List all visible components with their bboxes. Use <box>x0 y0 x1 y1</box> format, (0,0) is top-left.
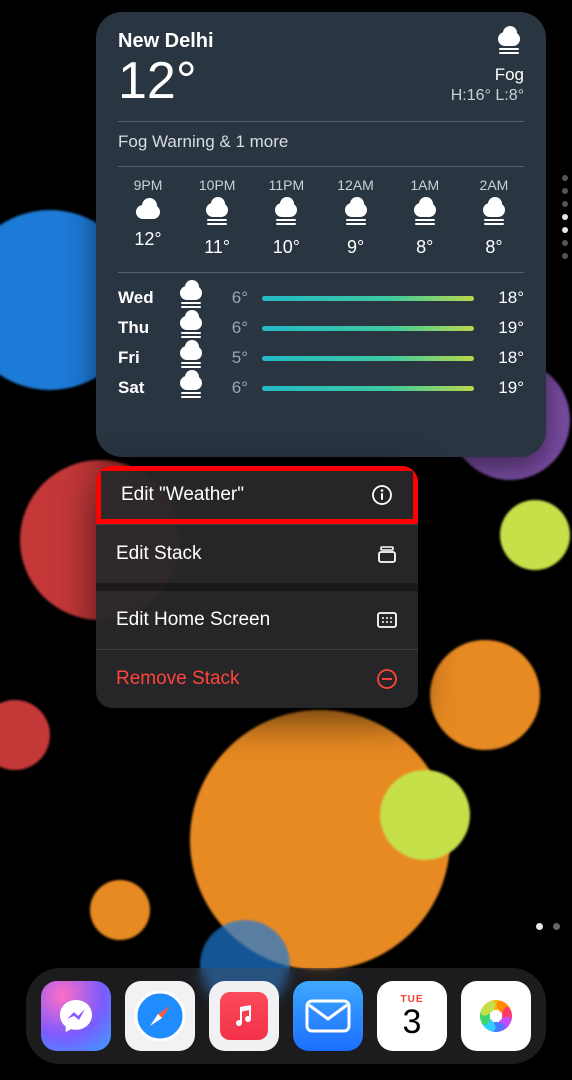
hour-slot: 9PM12° <box>118 177 178 258</box>
app-messenger[interactable] <box>41 981 111 1051</box>
app-mail[interactable] <box>293 981 363 1051</box>
fog-icon <box>176 344 206 372</box>
fog-icon <box>176 284 206 312</box>
day-row: Sat6°19° <box>118 373 524 403</box>
fog-icon <box>176 314 206 342</box>
stack-page-dots <box>562 175 568 259</box>
app-photos[interactable] <box>461 981 531 1051</box>
menu-label: Edit Home Screen <box>116 609 270 631</box>
minus-circle-icon <box>376 668 398 690</box>
info-icon <box>371 484 393 506</box>
weather-temp: 12° <box>118 55 214 107</box>
menu-remove-stack[interactable]: Remove Stack <box>96 650 418 708</box>
dock: TUE 3 <box>26 968 546 1064</box>
hour-slot: 11PM10° <box>256 177 316 258</box>
hour-slot: 12AM9° <box>326 177 386 258</box>
fog-icon <box>479 201 509 229</box>
weather-high-low: H:16° L:8° <box>451 87 524 105</box>
weather-alert: Fog Warning & 1 more <box>118 132 524 152</box>
hour-slot: 10PM11° <box>187 177 247 258</box>
daily-forecast: Wed6°18° Thu6°19° Fri5°18° Sat6°19° <box>118 283 524 403</box>
menu-edit-stack[interactable]: Edit Stack <box>96 525 418 583</box>
menu-label: Remove Stack <box>116 668 240 690</box>
fog-icon <box>341 201 371 229</box>
app-music[interactable] <box>209 981 279 1051</box>
cloud-icon <box>133 201 163 221</box>
menu-label: Edit "Weather" <box>121 484 244 506</box>
weather-condition: Fog <box>451 65 524 85</box>
fog-icon <box>176 374 206 402</box>
weather-location: New Delhi <box>118 30 214 53</box>
widget-context-menu: Edit "Weather" Edit Stack Edit Home Scre… <box>96 466 418 708</box>
calendar-day: 3 <box>403 1005 422 1039</box>
app-safari[interactable] <box>125 981 195 1051</box>
hourly-forecast: 9PM12° 10PM11° 11PM10° 12AM9° 1AM8° 2AM8… <box>118 177 524 258</box>
fog-icon <box>494 30 524 58</box>
app-calendar[interactable]: TUE 3 <box>377 981 447 1051</box>
day-row: Thu6°19° <box>118 313 524 343</box>
hour-slot: 2AM8° <box>464 177 524 258</box>
stack-icon <box>376 543 398 565</box>
fog-icon <box>271 201 301 229</box>
grid-icon <box>376 609 398 631</box>
fog-icon <box>202 201 232 229</box>
fog-icon <box>410 201 440 229</box>
menu-edit-weather[interactable]: Edit "Weather" <box>96 466 418 524</box>
menu-label: Edit Stack <box>116 543 202 565</box>
day-row: Fri5°18° <box>118 343 524 373</box>
day-row: Wed6°18° <box>118 283 524 313</box>
weather-widget[interactable]: New Delhi 12° Fog H:16° L:8° Fog Warning… <box>96 12 546 457</box>
home-page-dots[interactable] <box>536 923 560 930</box>
menu-edit-home-screen[interactable]: Edit Home Screen <box>96 591 418 649</box>
hour-slot: 1AM8° <box>395 177 455 258</box>
